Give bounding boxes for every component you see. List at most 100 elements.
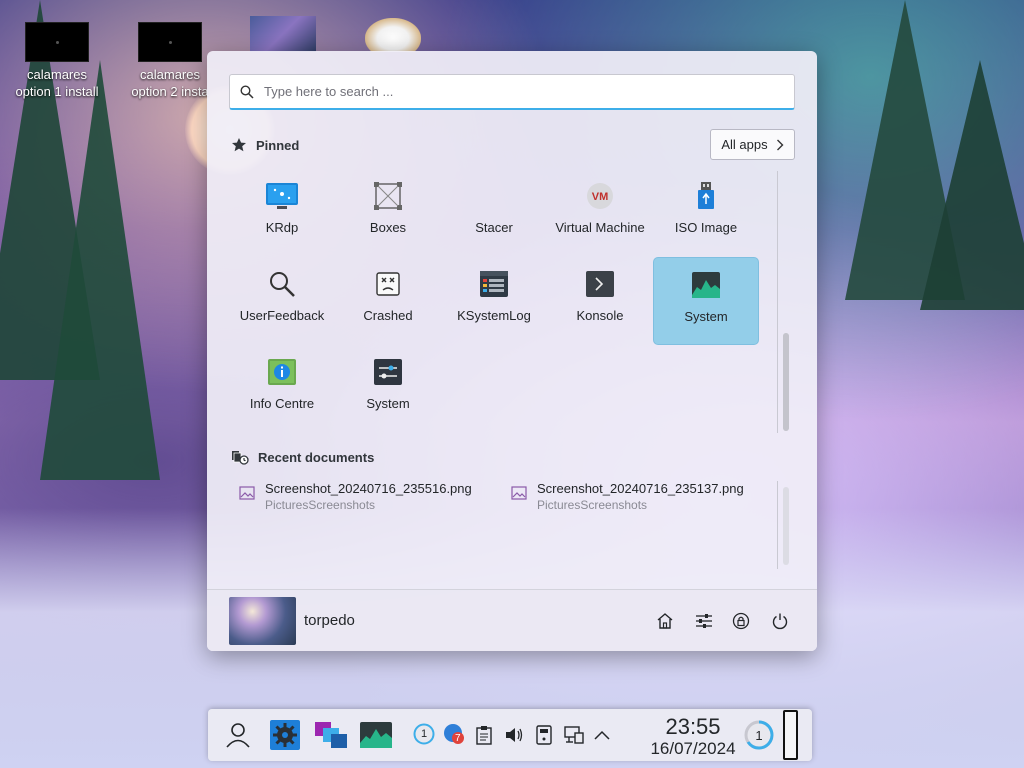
network-button[interactable] — [563, 724, 585, 746]
pinned-app-konsole[interactable]: Konsole — [547, 257, 653, 345]
desktop-thumbnail — [138, 22, 202, 62]
star-icon — [232, 138, 246, 152]
updates-badge: 1 — [420, 728, 428, 740]
pinned-scrollbar-thumb[interactable] — [783, 333, 789, 431]
tree-decoration — [40, 60, 160, 480]
pinned-app-stacer[interactable]: Stacer — [441, 169, 547, 257]
avatar[interactable] — [229, 597, 296, 645]
tree-decoration — [920, 60, 1024, 310]
search-box[interactable] — [229, 74, 795, 110]
virtual-desktop-pager[interactable]: 1 — [744, 720, 774, 750]
pinned-scrollbar[interactable] — [783, 333, 789, 431]
boxes-icon — [371, 179, 405, 213]
magnifier-icon — [265, 267, 299, 301]
pinned-app-iso-image[interactable]: ISO Image — [653, 169, 759, 257]
user-menu-button[interactable] — [224, 721, 252, 749]
desktop-icon-label: calamares — [140, 67, 200, 82]
clipboard-button[interactable] — [474, 724, 494, 746]
search-input[interactable] — [264, 84, 784, 99]
pinned-app-label: KRdp — [265, 220, 299, 235]
desktop-icon-calamares-1[interactable]: calamares option 1 install — [7, 22, 107, 100]
clock-date[interactable]: 16/07/2024 — [624, 739, 762, 759]
recent-document-path: PicturesScreenshots — [537, 498, 648, 512]
iso-image-icon — [689, 179, 723, 213]
taskbar: 1 7 23:55 16/07/2024 1 — [208, 709, 812, 761]
svg-text:VM: VM — [592, 191, 609, 203]
system-settings-icon — [371, 355, 405, 389]
all-apps-label: All apps — [721, 137, 768, 152]
username: torpedo — [304, 612, 355, 629]
desktop-icon-label: option 2 insta — [131, 84, 209, 99]
search-icon — [240, 84, 254, 99]
desktop-icon-label: option 1 install — [15, 84, 99, 99]
pinned-app-label: Boxes — [369, 220, 407, 235]
launcher-footer: torpedo — [207, 589, 817, 651]
pinned-app-label: KSystemLog — [457, 308, 531, 323]
windows-icon — [315, 722, 347, 748]
power-button[interactable] — [768, 609, 792, 633]
all-apps-button[interactable]: All apps — [710, 129, 795, 160]
volume-button[interactable] — [503, 724, 525, 746]
recent-document-item[interactable]: Screenshot_20240716_235137.png PicturesS… — [511, 481, 744, 512]
home-button[interactable] — [653, 609, 677, 633]
pinned-app-label: System — [684, 309, 728, 324]
stacer-icon — [477, 179, 511, 213]
application-launcher: Pinned All apps KRdp Boxes Stacer VM V — [207, 51, 817, 651]
krdp-icon — [265, 179, 299, 213]
lock-icon — [732, 612, 750, 630]
pinned-header: Pinned — [231, 137, 299, 153]
recent-documents-label: Recent documents — [258, 449, 375, 465]
pinned-grid: KRdp Boxes Stacer VM Virtual Machine ISO… — [229, 169, 769, 433]
show-desktop-button[interactable] — [783, 710, 798, 760]
pinned-app-label: Virtual Machine — [555, 220, 645, 235]
virtual-machine-icon: VM — [583, 179, 617, 213]
settings-button[interactable] — [692, 609, 716, 633]
notifications-badge: 7 — [455, 733, 461, 744]
chevron-up-icon — [594, 730, 610, 740]
pinned-app-label: ISO Image — [674, 220, 738, 235]
desktop-icon-eggs[interactable] — [365, 18, 421, 52]
recent-document-item[interactable]: Screenshot_20240716_235516.png PicturesS… — [239, 481, 472, 512]
pinned-app-virtual-machine[interactable]: VM Virtual Machine — [547, 169, 653, 257]
desktop-icon-label: calamares — [27, 67, 87, 82]
updates-indicator[interactable]: 1 — [413, 723, 435, 745]
pinned-app-label: System — [366, 396, 410, 411]
show-hidden-icons-button[interactable] — [592, 725, 612, 745]
pinned-app-label: Konsole — [576, 308, 624, 323]
task-system-monitor[interactable] — [359, 720, 393, 750]
pinned-app-system-settings[interactable]: System — [335, 345, 441, 433]
storage-button[interactable] — [534, 724, 554, 746]
konsole-icon — [583, 267, 617, 301]
pinned-app-label: UserFeedback — [239, 308, 325, 323]
chevron-right-icon — [776, 139, 784, 150]
pinned-app-info-centre[interactable]: Info Centre — [229, 345, 335, 433]
recent-documents-icon — [232, 451, 249, 465]
lock-button[interactable] — [729, 609, 753, 633]
pinned-app-system-monitor[interactable]: System — [653, 257, 759, 345]
gear-icon — [270, 720, 300, 750]
recent-document-name: Screenshot_20240716_235516.png — [265, 481, 472, 496]
pinned-app-boxes[interactable]: Boxes — [335, 169, 441, 257]
pinned-app-ksystemlog[interactable]: KSystemLog — [441, 257, 547, 345]
ksystemlog-icon — [477, 267, 511, 301]
crashed-icon — [371, 267, 405, 301]
pinned-divider — [777, 171, 778, 433]
task-system-settings[interactable] — [268, 718, 302, 752]
recent-document-name: Screenshot_20240716_235137.png — [537, 481, 744, 496]
recent-divider — [777, 481, 778, 569]
recent-scrollbar[interactable] — [783, 487, 789, 565]
speaker-icon — [506, 728, 523, 742]
image-file-icon — [511, 486, 527, 500]
desktop-icon-wallpaper-thumb[interactable] — [250, 16, 316, 52]
info-centre-icon — [265, 355, 299, 389]
desktop-icon-calamares-2[interactable]: calamares option 2 insta — [120, 22, 220, 100]
notifications-indicator[interactable]: 7 — [443, 723, 465, 745]
task-window-manager[interactable] — [314, 719, 348, 751]
clock-time[interactable]: 23:55 — [638, 714, 748, 740]
pinned-app-crashed[interactable]: Crashed — [335, 257, 441, 345]
clipboard-icon — [476, 726, 492, 745]
notification-icon — [444, 724, 464, 744]
home-icon — [657, 613, 673, 629]
pinned-app-krdp[interactable]: KRdp — [229, 169, 335, 257]
pinned-app-userfeedback[interactable]: UserFeedback — [229, 257, 335, 345]
